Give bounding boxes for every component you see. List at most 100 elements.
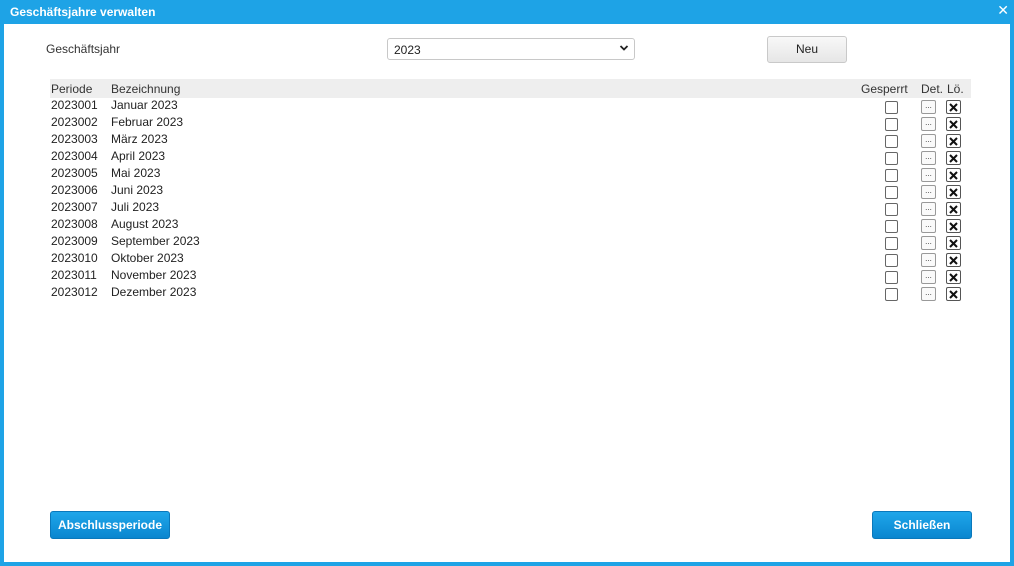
details-button[interactable]: ... [921,287,936,301]
table-row: 2023001 Januar 2023... [50,98,971,115]
new-button[interactable]: Neu [767,36,847,63]
row-periode: 2023010 [51,251,98,265]
fiscal-year-value: 2023 [394,43,421,57]
table-row: 2023006 Juni 2023... [50,183,971,200]
details-button[interactable]: ... [921,185,936,199]
header-bezeichnung: Bezeichnung [111,82,181,96]
row-bezeichnung: November 2023 [111,268,197,282]
delete-button[interactable] [946,151,961,165]
delete-button[interactable] [946,185,961,199]
fiscal-year-select[interactable]: 2023 [387,38,635,60]
table-row: 2023003 März 2023... [50,132,971,149]
row-periode: 2023006 [51,183,98,197]
dialog: Geschäftsjahre verwalten ✕ Geschäftsjahr… [0,0,1014,566]
delete-x-icon [949,239,958,248]
dialog-title: Geschäftsjahre verwalten [10,5,156,19]
delete-x-icon [949,154,958,163]
delete-button[interactable] [946,202,961,216]
row-periode: 2023009 [51,234,98,248]
row-bezeichnung: Oktober 2023 [111,251,184,265]
locked-checkbox[interactable] [885,220,898,233]
locked-checkbox[interactable] [885,152,898,165]
row-periode: 2023002 [51,115,98,129]
delete-button[interactable] [946,100,961,114]
header-details: Det. [921,82,944,96]
delete-button[interactable] [946,117,961,131]
row-bezeichnung: Mai 2023 [111,166,161,180]
details-button[interactable]: ... [921,134,936,148]
header-gesperrt: Gesperrt [861,82,908,96]
locked-checkbox[interactable] [885,135,898,148]
row-periode: 2023011 [51,268,97,282]
locked-checkbox[interactable] [885,101,898,114]
delete-button[interactable] [946,134,961,148]
details-button[interactable]: ... [921,270,936,284]
row-periode: 2023005 [51,166,98,180]
delete-x-icon [949,222,958,231]
table-row: 2023008 August 2023... [50,217,971,234]
details-button[interactable]: ... [921,100,936,114]
locked-checkbox[interactable] [885,271,898,284]
title-bar: Geschäftsjahre verwalten ✕ [4,0,1014,24]
delete-x-icon [949,256,958,265]
delete-button[interactable] [946,236,961,250]
delete-x-icon [949,205,958,214]
header-periode: Periode [51,82,93,96]
delete-button[interactable] [946,253,961,267]
delete-button[interactable] [946,168,961,182]
delete-x-icon [949,137,958,146]
locked-checkbox[interactable] [885,237,898,250]
table-row: 2023005 Mai 2023... [50,166,971,183]
table-row: 2023009 September 2023... [50,234,971,251]
table-row: 2023007 Juli 2023... [50,200,971,217]
delete-button[interactable] [946,270,961,284]
chevron-down-icon [619,45,629,51]
row-periode: 2023004 [51,149,98,163]
close-icon[interactable]: ✕ [997,3,1009,19]
details-button[interactable]: ... [921,236,936,250]
locked-checkbox[interactable] [885,169,898,182]
details-button[interactable]: ... [921,117,936,131]
delete-x-icon [949,120,958,129]
row-bezeichnung: März 2023 [111,132,168,146]
details-button[interactable]: ... [921,151,936,165]
delete-x-icon [949,171,958,180]
details-button[interactable]: ... [921,219,936,233]
row-bezeichnung: Februar 2023 [111,115,184,129]
delete-x-icon [949,103,958,112]
row-bezeichnung: Juli 2023 [111,200,160,214]
delete-button[interactable] [946,219,961,233]
row-periode: 2023007 [51,200,98,214]
row-periode: 2023012 [51,285,98,299]
locked-checkbox[interactable] [885,118,898,131]
delete-x-icon [949,273,958,282]
details-button[interactable]: ... [921,253,936,267]
table-row: 2023010 Oktober 2023... [50,251,971,268]
closing-period-button[interactable]: Abschlussperiode [50,511,170,539]
delete-x-icon [949,188,958,197]
row-bezeichnung: September 2023 [111,234,200,248]
table-row: 2023004 April 2023... [50,149,971,166]
locked-checkbox[interactable] [885,186,898,199]
row-bezeichnung: Januar 2023 [111,98,178,112]
period-table-body: 2023001 Januar 2023... 2023002 Februar 2023… [50,98,971,302]
row-periode: 2023001 [51,98,98,112]
locked-checkbox[interactable] [885,288,898,301]
details-button[interactable]: ... [921,202,936,216]
delete-x-icon [949,290,958,299]
table-header: Periode Bezeichnung Gesperrt Det. Lö. [50,79,971,98]
row-bezeichnung: April 2023 [111,149,166,163]
table-row: 2023012 Dezember 2023... [50,285,971,302]
table-row: 2023011 November 2023... [50,268,971,285]
row-periode: 2023003 [51,132,98,146]
fiscal-year-label: Geschäftsjahr [46,42,121,56]
row-bezeichnung: August 2023 [111,217,179,231]
row-bezeichnung: Dezember 2023 [111,285,197,299]
table-row: 2023002 Februar 2023... [50,115,971,132]
locked-checkbox[interactable] [885,203,898,216]
locked-checkbox[interactable] [885,254,898,267]
row-periode: 2023008 [51,217,98,231]
close-button[interactable]: Schließen [872,511,972,539]
delete-button[interactable] [946,287,961,301]
details-button[interactable]: ... [921,168,936,182]
